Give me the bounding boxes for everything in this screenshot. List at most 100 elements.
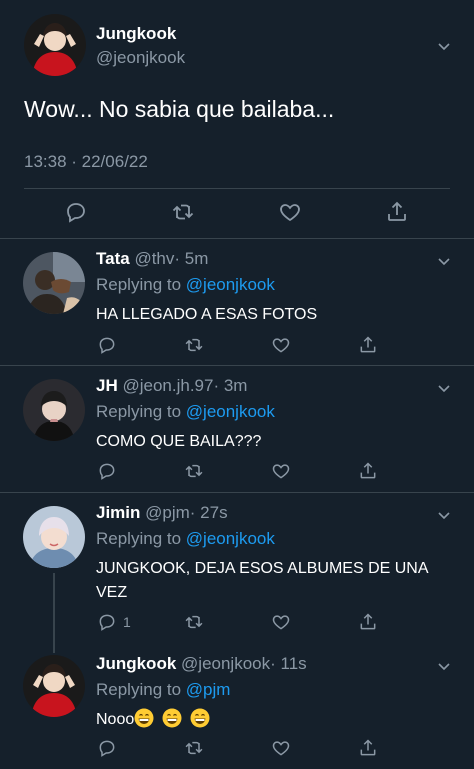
- retweet-icon: [184, 738, 204, 758]
- replying-to: Replying to @jeonjkook: [96, 275, 275, 295]
- reply-tweet: JH @jeon.jh.97· 3m Replying to @jeonjkoo…: [0, 366, 474, 493]
- reply-button[interactable]: [97, 335, 123, 355]
- share-icon: [358, 738, 378, 758]
- reply-tweet: Jungkook @jeonjkook· 11s Replying to @pj…: [0, 644, 474, 769]
- grinning-emoji-icon: [162, 708, 182, 728]
- reply-icon: [97, 461, 117, 481]
- share-button[interactable]: [358, 738, 378, 758]
- author-handle[interactable]: @jeonjkook: [96, 48, 185, 68]
- reply-header: JH @jeon.jh.97· 3m: [96, 376, 247, 396]
- replying-to-label: Replying to: [96, 402, 186, 421]
- reply-text: COMO QUE BAILA???: [96, 433, 262, 450]
- replying-to-label: Replying to: [96, 529, 186, 548]
- avatar-image: [24, 14, 86, 76]
- like-button[interactable]: [271, 461, 291, 481]
- avatar[interactable]: [23, 655, 85, 717]
- replying-to: Replying to @jeonjkook: [96, 529, 275, 549]
- retweet-button[interactable]: [171, 200, 195, 224]
- reply-time[interactable]: · 5m: [174, 249, 208, 268]
- like-button[interactable]: [271, 738, 291, 758]
- reply-button[interactable]: 1: [97, 612, 131, 632]
- avatar-image: [23, 655, 85, 717]
- chevron-down-icon[interactable]: [436, 658, 452, 674]
- avatar-image: [23, 252, 85, 314]
- reply-icon: [97, 738, 117, 758]
- avatar[interactable]: [23, 379, 85, 441]
- reply-button[interactable]: [97, 461, 123, 481]
- reply-count: 1: [123, 614, 131, 630]
- share-button[interactable]: [358, 335, 378, 355]
- author-handle[interactable]: @jeonjkook: [181, 654, 270, 673]
- chevron-down-icon[interactable]: [436, 507, 452, 523]
- heart-icon: [271, 612, 291, 632]
- share-button[interactable]: [358, 612, 378, 632]
- avatar-image: [23, 506, 85, 568]
- author-name[interactable]: JH: [96, 376, 118, 395]
- author-handle[interactable]: @jeon.jh.97: [122, 376, 213, 395]
- like-button[interactable]: [278, 200, 302, 224]
- author-name[interactable]: Tata: [96, 249, 130, 268]
- share-button[interactable]: [385, 200, 409, 224]
- retweet-icon: [184, 612, 204, 632]
- replying-to-label: Replying to: [96, 275, 186, 294]
- chevron-down-icon[interactable]: [436, 38, 452, 54]
- like-button[interactable]: [271, 335, 291, 355]
- reply-tweet: Jimin @pjm· 27s Replying to @jeonjkook J…: [0, 493, 474, 653]
- reply-text: Nooo: [96, 711, 135, 728]
- reply-time[interactable]: · 11s: [270, 654, 307, 673]
- reply-tweet: Tata @thv· 5m Replying to @jeonjkook HA …: [0, 239, 474, 366]
- share-icon: [358, 461, 378, 481]
- divider: [24, 188, 450, 189]
- reply-time[interactable]: · 3m: [213, 376, 247, 395]
- reply-header: Jungkook @jeonjkook· 11s: [96, 654, 307, 674]
- author-name[interactable]: Jimin: [96, 503, 140, 522]
- retweet-button[interactable]: [184, 738, 204, 758]
- reply-body: Nooo: [96, 708, 436, 732]
- retweet-icon: [171, 200, 195, 224]
- reply-text: JUNGKOOK, DEJA ESOS ALBUMES DE UNA VEZ: [96, 560, 428, 601]
- heart-icon: [278, 200, 302, 224]
- avatar[interactable]: [23, 506, 85, 568]
- author-handle[interactable]: @thv: [134, 249, 174, 268]
- share-icon: [358, 335, 378, 355]
- replying-to: Replying to @pjm: [96, 680, 230, 700]
- replying-to-label: Replying to: [96, 680, 186, 699]
- share-button[interactable]: [358, 461, 378, 481]
- mention-link[interactable]: @jeonjkook: [186, 529, 275, 548]
- avatar[interactable]: [23, 252, 85, 314]
- like-button[interactable]: [271, 612, 291, 632]
- share-icon: [358, 612, 378, 632]
- retweet-button[interactable]: [184, 335, 204, 355]
- chevron-down-icon[interactable]: [436, 380, 452, 396]
- avatar[interactable]: [24, 14, 86, 76]
- avatar-image: [23, 379, 85, 441]
- heart-icon: [271, 335, 291, 355]
- author-name[interactable]: Jungkook: [96, 24, 176, 44]
- author-handle[interactable]: @pjm: [145, 503, 190, 522]
- mention-link[interactable]: @jeonjkook: [186, 402, 275, 421]
- tweet-text: Wow... No sabia que bailaba...: [24, 96, 335, 122]
- reply-header: Tata @thv· 5m: [96, 249, 208, 269]
- retweet-button[interactable]: [184, 461, 204, 481]
- share-icon: [385, 200, 409, 224]
- reply-header: Jimin @pjm· 27s: [96, 503, 228, 523]
- grinning-emoji-icon: [190, 708, 210, 728]
- reply-icon: [97, 335, 117, 355]
- tweet-timestamp[interactable]: 13:38 · 22/06/22: [24, 152, 148, 172]
- chevron-down-icon[interactable]: [436, 253, 452, 269]
- replying-to: Replying to @jeonjkook: [96, 402, 275, 422]
- mention-link[interactable]: @pjm: [186, 680, 231, 699]
- reply-time[interactable]: · 27s: [190, 503, 228, 522]
- reply-button[interactable]: [64, 200, 88, 224]
- retweet-button[interactable]: [184, 612, 204, 632]
- author-name[interactable]: Jungkook: [96, 654, 176, 673]
- heart-icon: [271, 738, 291, 758]
- retweet-icon: [184, 461, 204, 481]
- main-tweet: Jungkook @jeonjkook Wow... No sabia que …: [0, 0, 474, 239]
- heart-icon: [271, 461, 291, 481]
- thread-connector: [53, 573, 55, 653]
- reply-icon: [64, 200, 88, 224]
- mention-link[interactable]: @jeonjkook: [186, 275, 275, 294]
- reply-button[interactable]: [97, 738, 123, 758]
- reply-icon: [97, 612, 117, 632]
